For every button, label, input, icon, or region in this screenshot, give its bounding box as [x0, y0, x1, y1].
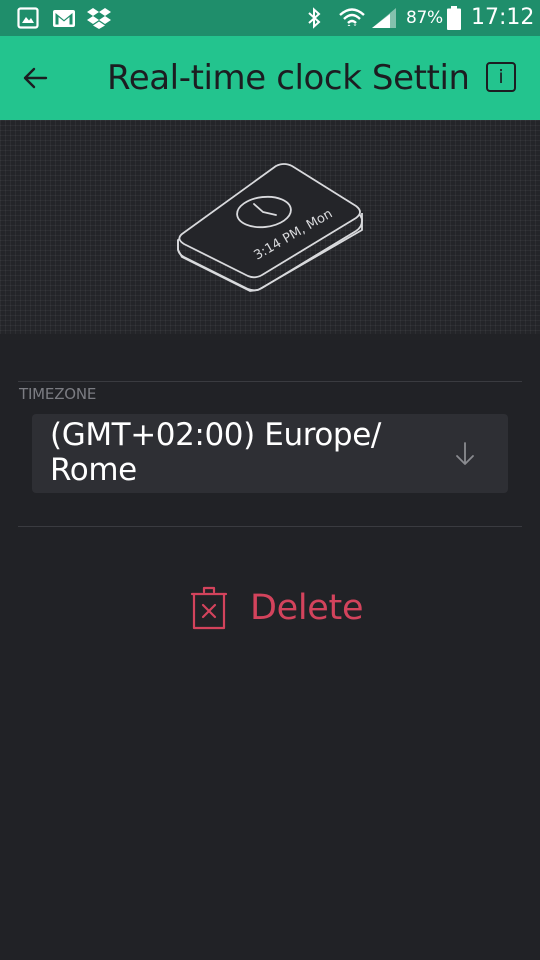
battery-percentage: 87%: [406, 8, 443, 28]
timezone-select[interactable]: (GMT+02:00) Europe/ Rome: [32, 414, 508, 493]
timezone-value: (GMT+02:00) Europe/ Rome: [50, 417, 381, 488]
bluetooth-icon: [308, 7, 321, 29]
app-bar: Real-time clock Settings i: [0, 36, 540, 120]
dropbox-icon: [87, 8, 111, 29]
clock-device-illustration: 3:14 PM, Mon: [177, 163, 363, 292]
arrow-down-icon: [456, 442, 474, 465]
gmail-icon: [53, 10, 75, 27]
status-bar: 87% 17:12: [0, 0, 540, 36]
battery-icon: [447, 6, 461, 30]
delete-label: Delete: [250, 588, 364, 628]
status-clock: 17:12: [471, 5, 535, 30]
divider: [18, 381, 522, 382]
divider: [18, 526, 522, 527]
cell-signal-icon: [372, 8, 396, 28]
gallery-icon: [17, 7, 39, 29]
wifi-icon: [339, 8, 365, 26]
trash-icon: [190, 586, 228, 630]
timezone-label: TIMEZONE: [19, 385, 97, 403]
delete-button[interactable]: Delete: [182, 580, 372, 636]
info-icon: i: [498, 66, 504, 88]
page-title: Real-time clock Settings: [107, 58, 467, 98]
arrow-left-icon[interactable]: [14, 56, 58, 100]
info-button[interactable]: i: [486, 62, 516, 92]
header-illustration: 3:14 PM, Mon: [0, 120, 540, 334]
